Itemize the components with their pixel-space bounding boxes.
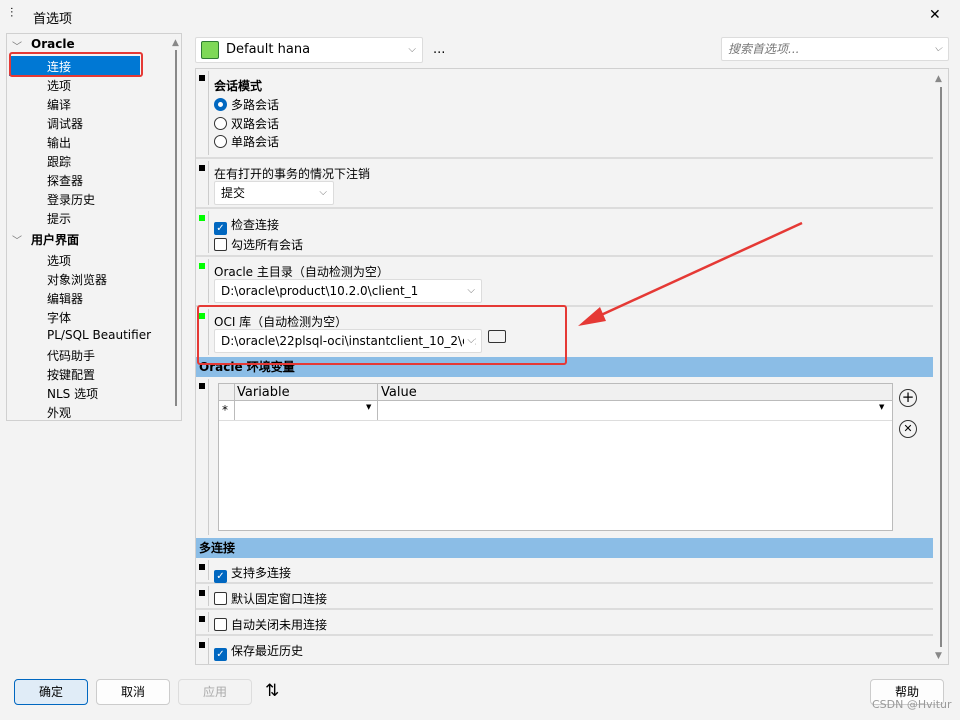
settings-panel: 会话模式 多路会话 双路会话 单路会话 在有打开的事务的情况下注销 提交 ⌵ ✓ 检… bbox=[195, 68, 949, 665]
sort-icon[interactable]: ⇅ bbox=[265, 681, 279, 701]
oracle-home-section: Oracle 主目录（自动检测为空） D:\oracle\product\10.… bbox=[196, 257, 933, 307]
tree-item[interactable]: 对象浏览器 bbox=[47, 271, 107, 288]
logoff-section: 在有打开的事务的情况下注销 提交 ⌵ bbox=[196, 159, 933, 209]
auto-close-checkbox[interactable]: 自动关闭未用连接 bbox=[214, 616, 327, 633]
multi-section-item: ✓ 保存最近历史 bbox=[196, 636, 933, 664]
add-icon[interactable]: + bbox=[899, 389, 917, 407]
logoff-value: 提交 bbox=[221, 186, 246, 200]
dropdown-arrow-icon[interactable]: ▼ bbox=[879, 403, 884, 411]
checkbox-label: 支持多连接 bbox=[231, 566, 292, 580]
window-title: 首选项 bbox=[33, 12, 73, 27]
oracle-home-value: D:\oracle\product\10.2.0\client_1 bbox=[221, 284, 419, 298]
multi-section-bar: 多连接 bbox=[196, 538, 933, 558]
radio-multi[interactable]: 多路会话 bbox=[214, 96, 279, 113]
radio-label: 多路会话 bbox=[231, 98, 280, 112]
column-header-value[interactable]: Value bbox=[381, 385, 417, 400]
tree-item[interactable]: 跟踪 bbox=[47, 153, 71, 170]
checkbox-label: 保存最近历史 bbox=[231, 644, 304, 658]
tree-item[interactable]: 选项 bbox=[47, 252, 71, 269]
tree-item[interactable]: 字体 bbox=[47, 309, 71, 326]
tree-item[interactable]: 代码助手 bbox=[47, 347, 95, 364]
multi-section-item: 自动关闭未用连接 bbox=[196, 610, 933, 636]
panel-scrollbar[interactable] bbox=[940, 87, 942, 647]
new-row-marker: * bbox=[222, 403, 228, 417]
radio-single[interactable]: 单路会话 bbox=[214, 133, 279, 150]
session-mode-section: 会话模式 多路会话 双路会话 单路会话 bbox=[196, 69, 933, 159]
support-multi-checkbox[interactable]: ✓ 支持多连接 bbox=[214, 564, 291, 583]
category-tree: ▲ ▼ ﹀Oracle连接选项编译调试器输出跟踪探查器登录历史提示﹀用户界面选项… bbox=[6, 33, 182, 421]
logoff-title: 在有打开的事务的情况下注销 bbox=[214, 167, 371, 181]
tree-item[interactable]: 调试器 bbox=[47, 115, 83, 132]
annotation-box bbox=[9, 52, 143, 77]
dropdown-arrow-icon[interactable]: ▼ bbox=[366, 403, 371, 411]
scroll-up-icon[interactable]: ▲ bbox=[172, 38, 179, 48]
multi-section-item: ✓ 支持多连接 bbox=[196, 558, 933, 584]
annotation-box bbox=[197, 305, 567, 365]
tree-item[interactable]: 选项 bbox=[47, 77, 71, 94]
tree-item[interactable]: PL/SQL Beautifier bbox=[47, 328, 151, 342]
sliders-icon: ⫶ bbox=[10, 6, 14, 21]
tree-scrollbar[interactable] bbox=[175, 50, 177, 406]
chevron-down-icon: ⌵ bbox=[408, 44, 416, 55]
remove-icon[interactable]: ✕ bbox=[899, 420, 917, 438]
checkbox-label: 自动关闭未用连接 bbox=[231, 618, 328, 632]
scroll-up-icon[interactable]: ▲ bbox=[935, 74, 942, 84]
check-section: ✓ 检查连接 勾选所有会话 bbox=[196, 209, 933, 257]
tree-item[interactable]: 编译 bbox=[47, 96, 71, 113]
check-all-sessions-checkbox[interactable]: 勾选所有会话 bbox=[214, 236, 303, 253]
env-section: Variable Value * ▼ ▼ + ✕ bbox=[196, 377, 933, 537]
session-mode-title: 会话模式 bbox=[214, 79, 263, 93]
checkbox-label: 默认固定窗口连接 bbox=[231, 592, 328, 606]
logoff-select[interactable]: 提交 ⌵ bbox=[214, 181, 334, 205]
checkbox-label: 检查连接 bbox=[231, 218, 280, 232]
default-pinned-checkbox[interactable]: 默认固定窗口连接 bbox=[214, 590, 327, 607]
profile-select[interactable]: Default hana ⌵ bbox=[195, 37, 423, 63]
profile-value: Default hana bbox=[226, 42, 311, 57]
multi-section-item: 默认固定窗口连接 bbox=[196, 584, 933, 610]
oracle-home-title: Oracle 主目录（自动检测为空） bbox=[214, 265, 389, 279]
search-placeholder: 搜索首选项... bbox=[728, 42, 800, 56]
close-button[interactable]: ✕ bbox=[929, 7, 941, 23]
tree-group[interactable]: Oracle bbox=[31, 37, 75, 51]
tree-group[interactable]: 用户界面 bbox=[31, 231, 79, 248]
radio-label: 双路会话 bbox=[231, 117, 280, 131]
tree-item[interactable]: 输出 bbox=[47, 134, 71, 151]
package-icon bbox=[201, 41, 219, 59]
chevron-down-icon: ⌵ bbox=[319, 187, 327, 198]
title-bar: ⫶ 首选项 ✕ bbox=[0, 0, 960, 32]
radio-label: 单路会话 bbox=[231, 135, 280, 149]
cancel-button[interactable]: 取消 bbox=[96, 679, 170, 705]
save-history-checkbox[interactable]: ✓ 保存最近历史 bbox=[214, 642, 303, 661]
annotation-arrow bbox=[578, 221, 803, 326]
tree-item[interactable]: 登录历史 bbox=[47, 191, 95, 208]
profile-more-button[interactable]: ... bbox=[433, 42, 445, 57]
env-grid[interactable]: Variable Value * ▼ ▼ bbox=[218, 383, 893, 531]
tree-item[interactable]: 探查器 bbox=[47, 172, 83, 189]
tree-item[interactable]: 按键配置 bbox=[47, 366, 95, 383]
tree-item[interactable]: 连接 bbox=[47, 58, 71, 75]
chevron-down-icon: ⌵ bbox=[934, 43, 942, 54]
scroll-down-icon[interactable]: ▼ bbox=[935, 651, 942, 661]
column-header-variable[interactable]: Variable bbox=[237, 385, 290, 400]
chevron-down-icon[interactable]: ﹀ bbox=[12, 38, 22, 53]
check-connection-checkbox[interactable]: ✓ 检查连接 bbox=[214, 216, 279, 235]
tree-item[interactable]: NLS 选项 bbox=[47, 385, 98, 402]
watermark: CSDN @Hvitur bbox=[872, 698, 952, 711]
chevron-down-icon: ⌵ bbox=[467, 285, 475, 296]
chevron-down-icon[interactable]: ﹀ bbox=[12, 232, 22, 247]
apply-button[interactable]: 应用 bbox=[178, 679, 252, 705]
radio-dual[interactable]: 双路会话 bbox=[214, 115, 279, 132]
ok-button[interactable]: 确定 bbox=[14, 679, 88, 705]
oracle-home-select[interactable]: D:\oracle\product\10.2.0\client_1 ⌵ bbox=[214, 279, 482, 303]
tree-item[interactable]: 编辑器 bbox=[47, 290, 83, 307]
checkbox-label: 勾选所有会话 bbox=[231, 238, 304, 252]
tree-item[interactable]: 外观 bbox=[47, 404, 71, 420]
tree-item[interactable]: 提示 bbox=[47, 210, 71, 227]
search-box[interactable]: 搜索首选项... ⌵ bbox=[721, 37, 949, 61]
